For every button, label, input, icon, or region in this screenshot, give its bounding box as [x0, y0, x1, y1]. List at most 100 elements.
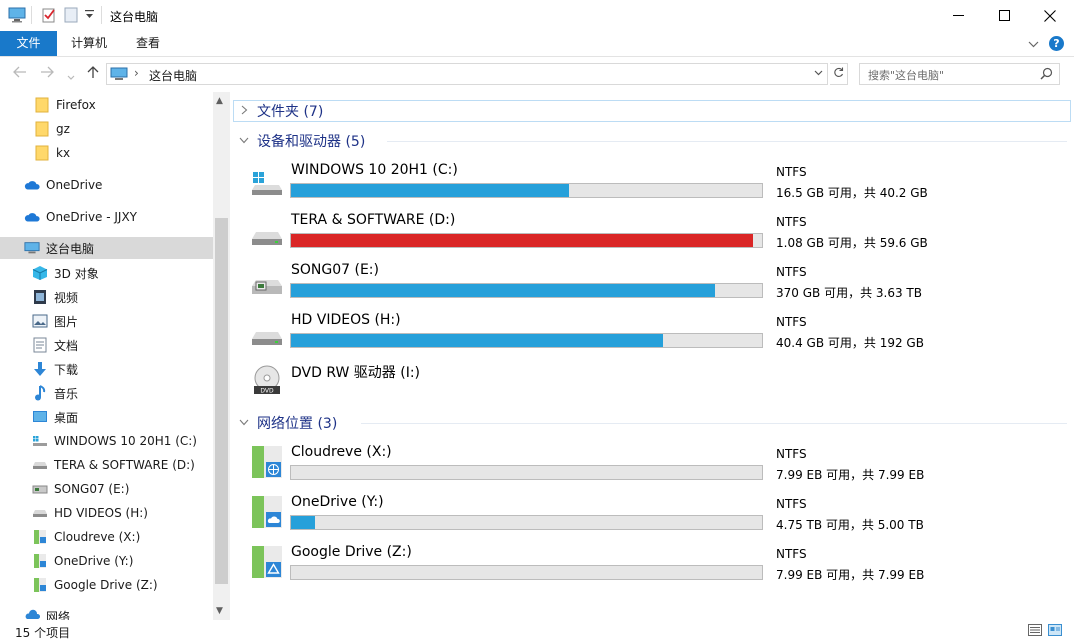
sidebar-item-label: 视频: [54, 290, 79, 305]
desktop-icon: [32, 409, 48, 425]
drive-tile-h[interactable]: HD VIDEOS (H:) NTFS 40.4 GB 可用，共 192 GB: [251, 310, 924, 358]
properties-icon[interactable]: [41, 7, 57, 26]
drive-filesystem: NTFS: [776, 165, 807, 179]
drive-filesystem: NTFS: [776, 497, 807, 511]
close-button[interactable]: [1027, 0, 1073, 31]
sidebar-item-videos[interactable]: 视频: [0, 286, 213, 308]
group-divider: [361, 423, 1067, 424]
cloud-drive-icon: [32, 577, 48, 593]
drive-tile-x[interactable]: Cloudreve (X:) NTFS 7.99 EB 可用，共 7.99 EB: [251, 442, 924, 490]
back-button[interactable]: [13, 66, 27, 82]
drive-tile-z[interactable]: Google Drive (Z:) NTFS 7.99 EB 可用，共 7.99…: [251, 542, 924, 590]
drive-free-space: 370 GB 可用，共 3.63 TB: [776, 286, 922, 300]
sidebar-item-onedrive[interactable]: OneDrive: [0, 174, 213, 196]
address-row: › 这台电脑 搜索"这台电脑": [0, 57, 1074, 92]
drive-icon: [32, 505, 48, 521]
drive-name: Google Drive (Z:): [291, 544, 412, 560]
drive-name: WINDOWS 10 20H1 (C:): [291, 162, 458, 178]
drive-filesystem: NTFS: [776, 447, 807, 461]
scroll-up-icon[interactable]: ▲: [216, 96, 223, 106]
breadcrumb[interactable]: 这台电脑: [149, 67, 197, 84]
svg-text:DVD: DVD: [260, 388, 274, 395]
address-history-button[interactable]: [814, 66, 823, 79]
item-count: 15 个项目: [15, 626, 71, 640]
sidebar-item-drive-x[interactable]: Cloudreve (X:): [0, 526, 213, 548]
minimize-button[interactable]: [935, 0, 981, 31]
sidebar-item-label: SONG07 (E:): [54, 482, 130, 496]
forward-button[interactable]: [40, 66, 54, 82]
address-bar[interactable]: › 这台电脑: [106, 63, 828, 85]
search-input[interactable]: 搜索"这台电脑": [859, 63, 1060, 85]
cloud-drive-icon: [32, 553, 48, 569]
sidebar-item-drive-y[interactable]: OneDrive (Y:): [0, 550, 213, 572]
sidebar-item-drive-z[interactable]: Google Drive (Z:): [0, 574, 213, 596]
sidebar-item-downloads[interactable]: 下载: [0, 358, 213, 380]
drive-tile-c[interactable]: WINDOWS 10 20H1 (C:) NTFS 16.5 GB 可用，共 4…: [251, 160, 928, 208]
drive-filesystem: NTFS: [776, 215, 807, 229]
sidebar-item-kx[interactable]: kx: [0, 142, 213, 164]
drive-usage-bar: [290, 233, 763, 248]
drive-name: OneDrive (Y:): [291, 494, 384, 510]
sidebar-item-documents[interactable]: 文档: [0, 334, 213, 356]
google-drive-icon: [251, 545, 283, 578]
windows-drive-icon: [32, 433, 48, 449]
details-view-icon[interactable]: [1028, 624, 1042, 639]
sidebar-scrollbar[interactable]: ▲ ▼: [213, 92, 230, 620]
up-button[interactable]: [87, 66, 99, 83]
drive-filesystem: NTFS: [776, 315, 807, 329]
group-folders-collapsed[interactable]: [233, 100, 1071, 122]
drive-usage-fill: [291, 284, 715, 297]
group-header-network-locations[interactable]: 网络位置 (3): [237, 412, 1074, 434]
divider: [31, 6, 32, 24]
group-header-devices[interactable]: 设备和驱动器 (5): [237, 130, 1074, 152]
sidebar-item-onedrive-jjxy[interactable]: OneDrive - JJXY: [0, 206, 213, 228]
sidebar-item-this-pc[interactable]: 这台电脑: [0, 237, 213, 259]
drive-tile-e[interactable]: SONG07 (E:) NTFS 370 GB 可用，共 3.63 TB: [251, 260, 922, 308]
ribbon-controls: ?: [1028, 36, 1064, 51]
sidebar-item-drive-d[interactable]: TERA & SOFTWARE (D:): [0, 454, 213, 476]
sidebar-item-drive-c[interactable]: WINDOWS 10 20H1 (C:): [0, 430, 213, 452]
sidebar-item-drive-e[interactable]: SONG07 (E:): [0, 478, 213, 500]
qat-dropdown-icon[interactable]: [85, 9, 94, 23]
sidebar-item-gz[interactable]: gz: [0, 118, 213, 140]
search-icon[interactable]: [1040, 67, 1053, 83]
sidebar-item-drive-h[interactable]: HD VIDEOS (H:): [0, 502, 213, 524]
drive-tile-y[interactable]: OneDrive (Y:) NTFS 4.75 TB 可用，共 5.00 TB: [251, 492, 924, 540]
chevron-right-icon: [237, 105, 251, 118]
refresh-button[interactable]: [830, 63, 848, 85]
close-icon: [1044, 9, 1056, 22]
sidebar-item-network[interactable]: 网络: [0, 605, 213, 620]
tiles-view-icon[interactable]: [1048, 624, 1062, 639]
sidebar-item-music[interactable]: 音乐: [0, 382, 213, 404]
expand-ribbon-icon[interactable]: [1028, 37, 1039, 51]
sidebar-item-desktop[interactable]: 桌面: [0, 406, 213, 428]
maximize-icon: [998, 10, 1010, 21]
sidebar-item-3d-objects[interactable]: 3D 对象: [0, 262, 213, 284]
new-folder-icon[interactable]: [64, 7, 78, 26]
folder-icon: [34, 97, 50, 113]
group-header-folders[interactable]: 文件夹 (7): [237, 100, 323, 122]
tab-computer[interactable]: 计算机: [57, 31, 121, 56]
cloud-icon: [24, 209, 40, 225]
drive-tile-d[interactable]: TERA & SOFTWARE (D:) NTFS 1.08 GB 可用，共 5…: [251, 210, 928, 258]
folder-icon: [34, 145, 50, 161]
help-icon[interactable]: ?: [1049, 36, 1064, 51]
scroll-down-icon[interactable]: ▼: [216, 606, 223, 616]
tab-file[interactable]: 文件: [0, 31, 57, 56]
drive-free-space: 1.08 GB 可用，共 59.6 GB: [776, 236, 928, 250]
drive-name: Cloudreve (X:): [291, 444, 392, 460]
drive-free-space: 40.4 GB 可用，共 192 GB: [776, 336, 924, 350]
recent-locations-button[interactable]: [67, 69, 75, 85]
drive-tile-i[interactable]: DVD DVD RW 驱动器 (I:): [251, 360, 771, 408]
breadcrumb-separator-icon[interactable]: ›: [134, 66, 139, 80]
sidebar-item-label: OneDrive - JJXY: [46, 210, 138, 224]
scrollbar-thumb[interactable]: [215, 218, 228, 584]
sidebar-item-firefox[interactable]: Firefox: [0, 94, 213, 116]
maximize-button[interactable]: [981, 0, 1027, 31]
sidebar-item-label: 文档: [54, 338, 79, 353]
sidebar-item-pictures[interactable]: 图片: [0, 310, 213, 332]
navigation-pane: Firefox gz kx OneDrive OneDrive - JJXY 这…: [0, 92, 230, 620]
sidebar-item-label: gz: [56, 122, 70, 136]
network-icon: [24, 608, 40, 620]
tab-view[interactable]: 查看: [122, 31, 174, 56]
